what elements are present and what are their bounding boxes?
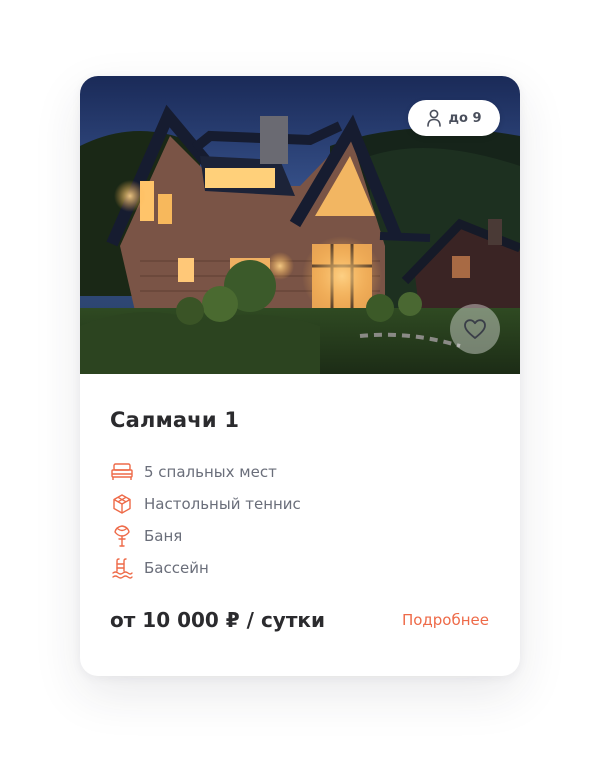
details-link[interactable]: Подробнее [402,611,489,629]
list-item: Бассейн [110,552,470,584]
favorite-button[interactable] [450,304,500,354]
listing-card[interactable]: до 9 Салмачи 1 5 спальных мест Настольны… [80,76,520,676]
heart-icon [464,319,486,339]
person-icon [427,109,442,127]
feature-label: 5 спальных мест [144,463,277,481]
pool-icon [110,556,134,580]
feature-label: Настольный теннис [144,495,301,513]
list-item: Баня [110,520,470,552]
listing-title: Салмачи 1 [110,408,240,432]
birch-broom-icon [110,524,134,548]
list-item: 5 спальных мест [110,456,470,488]
features-list: 5 спальных мест Настольный теннис Баня Б… [110,456,470,584]
guests-badge: до 9 [408,100,500,136]
guests-label: до 9 [448,110,482,126]
ping-pong-icon [110,492,134,516]
list-item: Настольный теннис [110,488,470,520]
feature-label: Баня [144,527,183,545]
bed-icon [110,460,134,484]
price: от 10 000 ₽ / сутки [110,608,326,632]
feature-label: Бассейн [144,559,209,577]
house-photo[interactable]: до 9 [80,76,520,374]
